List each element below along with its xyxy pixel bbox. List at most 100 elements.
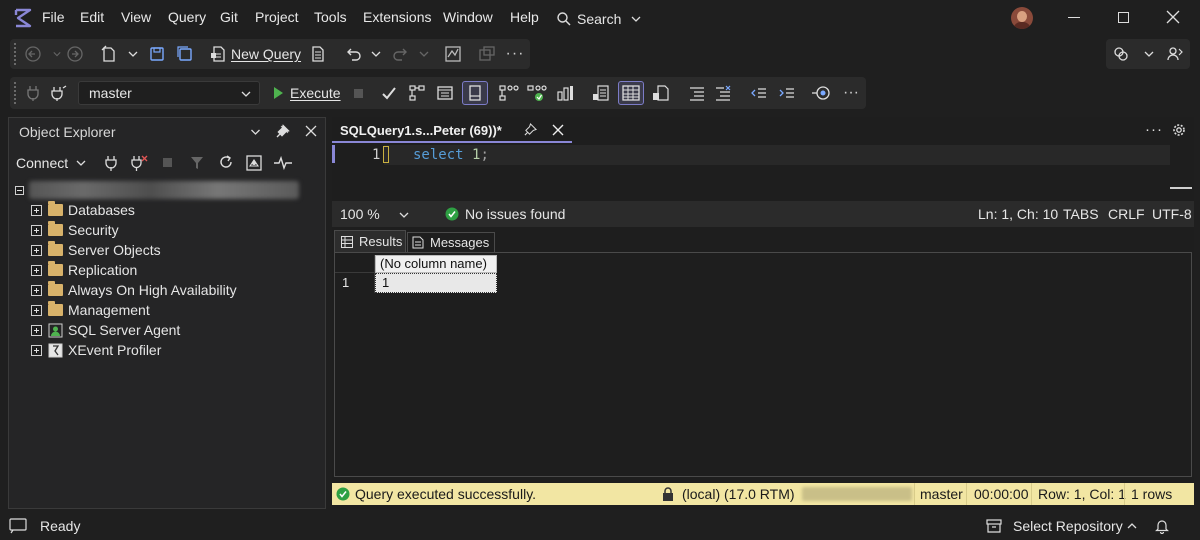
toolbar-grip[interactable] [14, 43, 17, 65]
expand-icon[interactable] [31, 264, 42, 276]
grid-cell[interactable]: 1 [375, 273, 497, 293]
tree-node-security[interactable]: Security [31, 220, 119, 240]
chevron-down-icon[interactable] [413, 43, 435, 65]
issues-indicator[interactable]: No issues found [445, 206, 565, 222]
results-to-text-icon[interactable] [590, 82, 612, 104]
results-to-file-icon[interactable] [650, 82, 672, 104]
stop-icon[interactable] [354, 89, 363, 98]
more-icon[interactable]: ··· [504, 43, 526, 65]
tree-node-replication[interactable]: Replication [31, 260, 137, 280]
connect-icon[interactable] [22, 82, 44, 104]
close-icon[interactable] [305, 125, 317, 137]
object-explorer-details-icon[interactable] [245, 154, 263, 172]
menu-edit[interactable]: Edit [80, 9, 104, 25]
live-share-icon[interactable] [1164, 43, 1186, 65]
connect-object-explorer-icon[interactable] [104, 154, 118, 172]
specify-template-values-icon[interactable] [810, 82, 832, 104]
activity-monitor-icon[interactable] [273, 155, 293, 171]
menu-view[interactable]: View [121, 9, 151, 25]
activity-monitor-icon[interactable] [442, 43, 464, 65]
select-repository-button[interactable]: Select Repository [1013, 518, 1123, 534]
close-icon[interactable] [1166, 10, 1180, 24]
splitter-handle[interactable] [1170, 187, 1192, 189]
database-engine-query-icon[interactable] [307, 43, 329, 65]
chevron-down-icon[interactable] [122, 43, 144, 65]
new-project-icon[interactable] [98, 43, 120, 65]
refresh-icon[interactable] [218, 154, 234, 170]
chevron-down-icon[interactable] [250, 127, 261, 137]
more-icon[interactable]: ··· [840, 82, 862, 104]
menu-project[interactable]: Project [255, 9, 299, 25]
tab-sqlquery1[interactable]: SQLQuery1.s...Peter (69))* [332, 117, 572, 143]
save-all-icon[interactable] [174, 43, 196, 65]
code-editor[interactable]: 1 select 1; [332, 145, 1194, 201]
available-databases-select[interactable]: master [78, 81, 260, 105]
notifications-bell-icon[interactable] [1155, 518, 1169, 534]
tree-node-management[interactable]: Management [31, 300, 150, 320]
pin-icon[interactable] [524, 123, 537, 136]
chevron-down-icon[interactable] [365, 43, 387, 65]
cursor-position[interactable]: Ln: 1, Ch: 10 [978, 206, 1058, 222]
tree-node-xevent-profiler[interactable]: XEvent Profiler [31, 340, 161, 360]
execute-button[interactable]: Execute [272, 82, 341, 104]
decrease-indent-icon[interactable] [748, 82, 770, 104]
include-actual-plan-icon[interactable] [498, 82, 520, 104]
increase-indent-icon[interactable] [776, 82, 798, 104]
tab-messages[interactable]: Messages [407, 232, 495, 252]
filter-icon[interactable] [190, 155, 204, 171]
menu-window[interactable]: Window [443, 9, 493, 25]
row-header[interactable]: 1 [335, 273, 375, 293]
collapse-server-icon[interactable] [15, 186, 24, 195]
redo-icon[interactable] [390, 43, 412, 65]
display-estimated-plan-icon[interactable] [406, 82, 428, 104]
grid-corner[interactable] [335, 255, 375, 273]
expand-icon[interactable] [31, 224, 42, 236]
tab-results[interactable]: Results [334, 230, 406, 252]
copilot-icon[interactable] [1110, 43, 1132, 65]
column-header[interactable]: (No column name) [375, 255, 497, 273]
menu-help[interactable]: Help [510, 9, 539, 25]
menu-query[interactable]: Query [168, 9, 206, 25]
avatar[interactable] [1011, 7, 1033, 29]
tree-node-databases[interactable]: Databases [31, 200, 135, 220]
chevron-up-icon[interactable] [1127, 521, 1137, 531]
client-statistics-icon[interactable] [554, 82, 576, 104]
indentation-mode[interactable]: TABS [1063, 206, 1099, 222]
results-to-grid-icon[interactable] [618, 81, 644, 105]
maximize-icon[interactable] [1118, 12, 1129, 23]
menu-git[interactable]: Git [220, 9, 238, 25]
expand-icon[interactable] [31, 304, 42, 316]
object-explorer-details-icon[interactable] [476, 43, 498, 65]
tree-node-always-on[interactable]: Always On High Availability [31, 280, 237, 300]
connect-dropdown[interactable]: Connect [16, 153, 86, 173]
line-ending[interactable]: CRLF [1108, 206, 1145, 222]
toolbar-grip[interactable] [14, 82, 17, 104]
chevron-down-icon[interactable] [1138, 43, 1160, 65]
expand-icon[interactable] [31, 324, 42, 336]
minimize-icon[interactable] [1068, 17, 1080, 18]
menu-file[interactable]: File [42, 9, 65, 25]
intellisense-icon[interactable] [462, 81, 488, 105]
save-icon[interactable] [146, 43, 168, 65]
live-query-stats-icon[interactable] [526, 82, 548, 104]
tree-node-sql-server-agent[interactable]: SQL Server Agent [31, 320, 180, 340]
tree-node-server-objects[interactable]: Server Objects [31, 240, 161, 260]
repository-icon[interactable] [986, 518, 1002, 534]
pin-icon[interactable] [276, 124, 290, 138]
comment-lines-icon[interactable] [686, 82, 708, 104]
results-grid[interactable]: (No column name) 1 1 [334, 252, 1192, 477]
change-connection-icon[interactable] [48, 82, 70, 104]
query-options-icon[interactable] [434, 82, 456, 104]
parse-checkmark-icon[interactable] [378, 82, 400, 104]
expand-icon[interactable] [31, 204, 42, 216]
back-icon[interactable] [22, 43, 44, 65]
search-box[interactable]: Search [556, 8, 641, 30]
new-query-button[interactable]: New Query [210, 43, 301, 65]
forward-icon[interactable] [64, 43, 86, 65]
menu-tools[interactable]: Tools [314, 9, 347, 25]
menu-extensions[interactable]: Extensions [363, 9, 431, 25]
uncomment-lines-icon[interactable] [712, 82, 734, 104]
file-encoding[interactable]: UTF-8 [1152, 206, 1192, 222]
close-icon[interactable] [552, 124, 564, 136]
server-name-redacted[interactable] [29, 181, 299, 199]
